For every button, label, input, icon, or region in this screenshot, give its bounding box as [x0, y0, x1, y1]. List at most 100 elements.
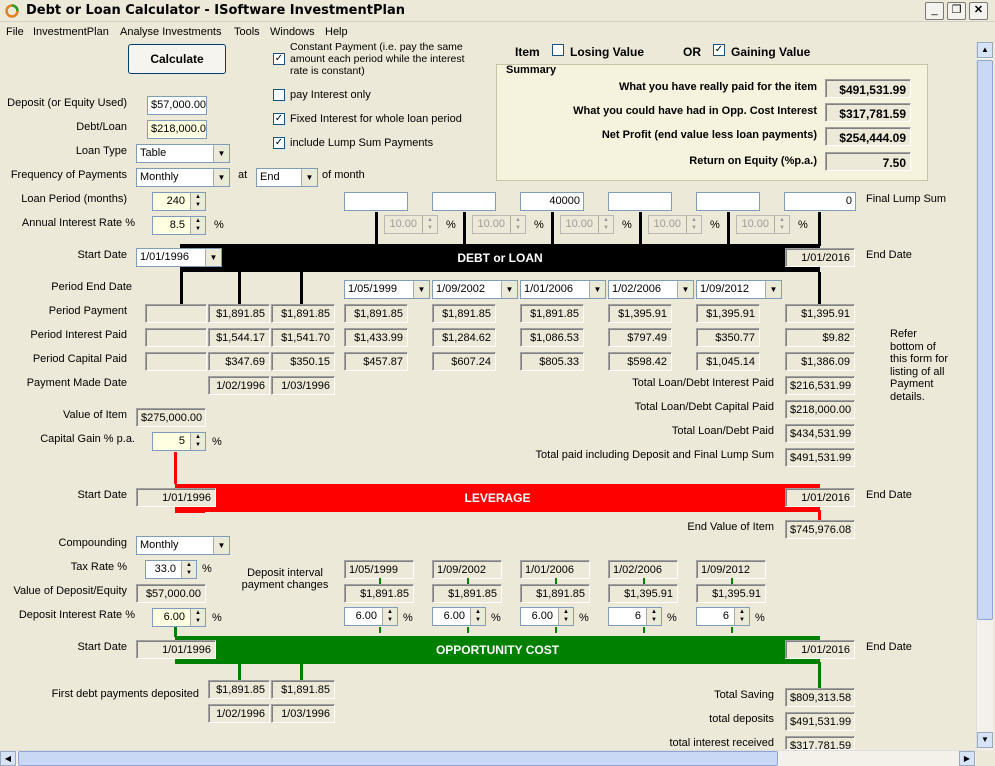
spin-arrows-icon[interactable]: ▲ ▼ — [382, 608, 397, 625]
connector-line — [551, 212, 554, 246]
period-end-value: 1/02/2006 — [612, 283, 661, 295]
spin-arrows-icon[interactable]: ▲ ▼ — [190, 193, 205, 210]
spin-arrows-icon[interactable]: ▲ ▼ — [190, 217, 205, 234]
lump-sum-input-1[interactable] — [344, 192, 408, 211]
menu-file[interactable]: File — [6, 26, 24, 38]
opp-rate-spinner-5[interactable]: 6 ▲ ▼ — [696, 607, 750, 626]
chevron-down-icon[interactable]: ▼ — [213, 145, 229, 162]
scroll-left-icon[interactable]: ◀ — [0, 751, 16, 766]
loan-type-select[interactable]: Table ▼ — [136, 144, 230, 163]
capital-gain-spinner[interactable]: 5 ▲ ▼ — [152, 432, 206, 451]
total-all-label: Total paid including Deposit and Final L… — [535, 449, 774, 461]
period-end-value: 1/09/2002 — [436, 283, 485, 295]
tax-rate-spinner[interactable]: 33.0 ▲ ▼ — [145, 560, 197, 579]
deposit-input[interactable]: $57,000.00 — [147, 96, 207, 115]
chevron-down-icon[interactable]: ▼ — [765, 281, 781, 298]
calculate-button[interactable]: Calculate — [128, 44, 226, 74]
capital-cell: $805.33 — [520, 352, 584, 371]
gaining-value-checkbox[interactable]: ✓ — [713, 44, 725, 56]
lump-sum-input-3[interactable]: 40000 — [520, 192, 584, 211]
loan-type-label: Loan Type — [75, 145, 127, 157]
spin-arrows-icon[interactable]: ▲ ▼ — [190, 609, 205, 626]
opp-rate-spinner-2[interactable]: 6.00 ▲ ▼ — [432, 607, 486, 626]
scroll-up-icon[interactable]: ▲ — [977, 42, 993, 58]
debt-input[interactable]: $218,000.00 — [147, 120, 207, 139]
scroll-right-icon[interactable]: ▶ — [959, 751, 975, 766]
minimize-button[interactable]: _ — [925, 2, 944, 20]
fixed-interest-checkbox[interactable]: ✓ — [273, 113, 285, 125]
period-end-select-3[interactable]: 1/01/2006 ▼ — [520, 280, 606, 299]
menu-tools[interactable]: Tools — [234, 26, 260, 38]
payment-timing-select[interactable]: End ▼ — [256, 168, 318, 187]
pay-interest-only-checkbox[interactable] — [273, 89, 285, 101]
capital-cell: $598.42 — [608, 352, 672, 371]
opp-rate-spinner-1[interactable]: 6.00 ▲ ▼ — [344, 607, 398, 626]
lump-sum-checkbox[interactable]: ✓ — [273, 137, 285, 149]
percent-label: % — [212, 436, 222, 448]
horizontal-scrollbar[interactable]: ◀ ▶ — [0, 750, 976, 766]
lump-sum-input-5[interactable] — [696, 192, 760, 211]
spin-arrows-icon[interactable]: ▲ ▼ — [646, 608, 661, 625]
lump-rate-value: 10.00 — [653, 218, 681, 230]
opp-start-label: Start Date — [77, 641, 127, 653]
debt-start-date-select[interactable]: 1/01/1996 ▼ — [136, 248, 222, 267]
lump-sum-input-2[interactable] — [432, 192, 496, 211]
period-end-select-2[interactable]: 1/09/2002 ▼ — [432, 280, 518, 299]
spin-arrows-icon[interactable]: ▲ ▼ — [734, 608, 749, 625]
vertical-scrollbar[interactable]: ▲ ▼ — [976, 42, 993, 750]
spin-arrows-icon[interactable]: ▲ ▼ — [181, 561, 196, 578]
chevron-down-icon[interactable]: ▼ — [501, 281, 517, 298]
constant-payment-checkbox[interactable]: ✓ — [273, 53, 285, 65]
frequency-value: Monthly — [140, 171, 179, 183]
chevron-down-icon[interactable]: ▼ — [213, 169, 229, 186]
percent-label: % — [579, 612, 589, 624]
chevron-down-icon[interactable]: ▼ — [213, 537, 229, 554]
opp-end-label: End Date — [866, 641, 912, 653]
scroll-down-icon[interactable]: ▼ — [977, 732, 993, 748]
end-value: $745,976.08 — [785, 520, 855, 539]
chevron-down-icon[interactable]: ▼ — [413, 281, 429, 298]
chevron-down-icon[interactable]: ▼ — [205, 249, 221, 266]
total-saving-value: $809,313.58 — [785, 688, 855, 707]
lump-sum-input-4[interactable] — [608, 192, 672, 211]
close-button[interactable]: ✕ — [969, 2, 988, 20]
menu-help[interactable]: Help — [325, 26, 348, 38]
chevron-down-icon[interactable]: ▼ — [677, 281, 693, 298]
spin-arrows-icon[interactable]: ▲ ▼ — [470, 608, 485, 625]
frequency-select[interactable]: Monthly ▼ — [136, 168, 230, 187]
interest-cell: $1,541.70 — [271, 328, 335, 347]
lump-sum-label: include Lump Sum Payments — [290, 137, 434, 149]
menu-windows[interactable]: Windows — [270, 26, 315, 38]
made-date-cell: 1/02/1996 — [208, 376, 270, 395]
opp-rate-spinner-3[interactable]: 6.00 ▲ ▼ — [520, 607, 574, 626]
title-bar: Debt or Loan Calculator - ISoftware Inve… — [0, 0, 995, 22]
chevron-down-icon[interactable]: ▼ — [301, 169, 317, 186]
spin-arrows-icon[interactable]: ▲ ▼ — [558, 608, 573, 625]
opp-date-cell: 1/01/2006 — [520, 560, 590, 579]
period-end-select-1[interactable]: 1/05/1999 ▼ — [344, 280, 430, 299]
final-lump-sum-input[interactable]: 0 — [784, 192, 856, 211]
horizontal-scroll-thumb[interactable] — [18, 751, 778, 766]
period-end-select-4[interactable]: 1/02/2006 ▼ — [608, 280, 694, 299]
first-deposit-cell: $1,891.85 — [271, 680, 335, 699]
chevron-down-icon[interactable]: ▼ — [589, 281, 605, 298]
lump-rate-value: 10.00 — [477, 218, 505, 230]
menu-analyse[interactable]: Analyse Investments — [120, 26, 222, 38]
percent-label: % — [491, 612, 501, 624]
opp-rate-spinner-4[interactable]: 6 ▲ ▼ — [608, 607, 662, 626]
interest-rate-spinner[interactable]: 8.5 ▲ ▼ — [152, 216, 206, 235]
losing-value-checkbox[interactable] — [552, 44, 564, 56]
vertical-scroll-thumb[interactable] — [977, 60, 993, 620]
restore-button[interactable]: ❐ — [947, 2, 966, 20]
connector-line — [379, 627, 381, 633]
loan-period-spinner[interactable]: 240 ▲ ▼ — [152, 192, 206, 211]
lump-rate-value: 10.00 — [565, 218, 593, 230]
lump-rate-value: 10.00 — [389, 218, 417, 230]
spin-arrows-icon[interactable]: ▲ ▼ — [190, 433, 205, 450]
deposit-rate-spinner[interactable]: 6.00 ▲ ▼ — [152, 608, 206, 627]
lump-rate-spinner-1: 10.00 ▲ ▼ — [384, 215, 438, 234]
period-end-select-5[interactable]: 1/09/2012 ▼ — [696, 280, 782, 299]
menu-investmentplan[interactable]: InvestmentPlan — [33, 26, 109, 38]
summary-panel: Summary What you have really paid for th… — [496, 64, 928, 181]
compounding-select[interactable]: Monthly ▼ — [136, 536, 230, 555]
